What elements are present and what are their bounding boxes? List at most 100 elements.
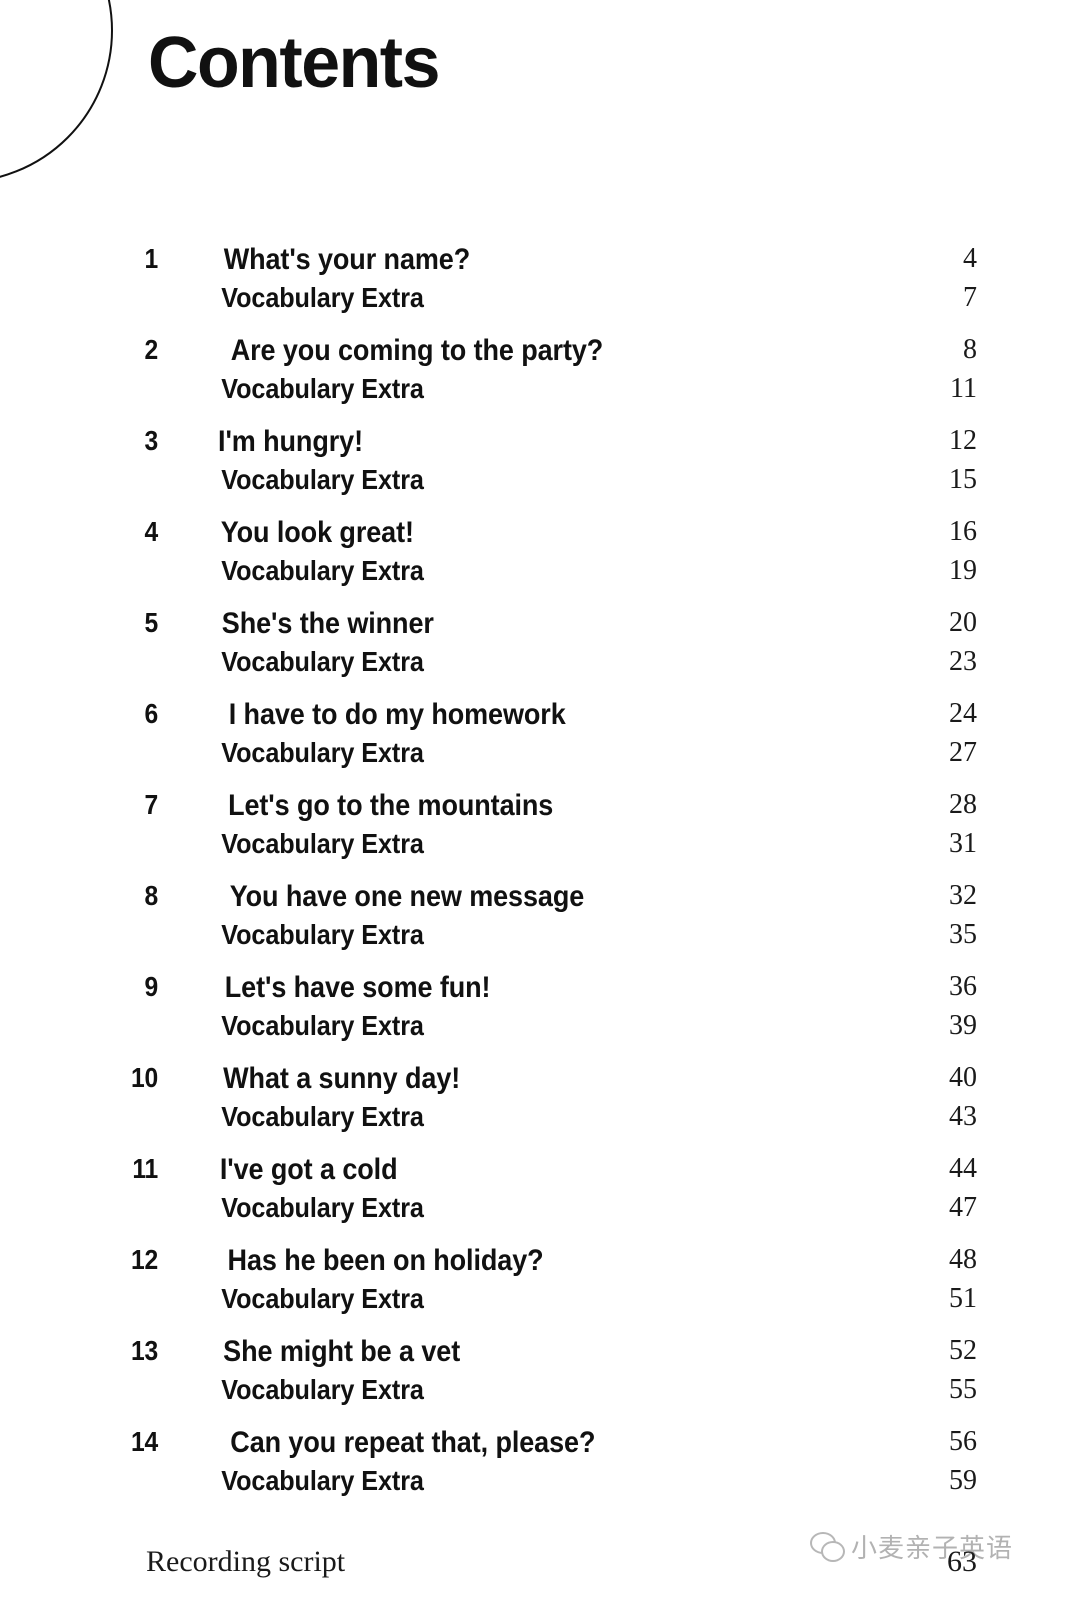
chapter-title[interactable]: Let's have some fun! [225, 971, 491, 1005]
chapter-number: 3 [144, 425, 159, 456]
chapter-title[interactable]: I have to do my homework [229, 698, 566, 732]
toc-group: 14 Can you repeat that, please? 56 Vocabula… [0, 1426, 1080, 1504]
toc-group: 7 Let's go to the mountains 28 Vocabulary E… [0, 789, 1080, 867]
footer-label: Recording script [146, 1545, 346, 1578]
chapter-number: 2 [144, 334, 159, 365]
footer-page-number: 63 [947, 1545, 977, 1578]
footer: Recording script 63 [0, 1545, 1080, 1595]
chapter-title[interactable]: I'm hungry! [218, 425, 363, 459]
toc-subentry-row[interactable]: Vocabulary Extra 55 [0, 1374, 1080, 1413]
chapter-title[interactable]: You look great! [221, 516, 414, 550]
toc-entry-row[interactable]: 7 Let's go to the mountains 28 [0, 789, 1080, 828]
subentry-title[interactable]: Vocabulary Extra [221, 737, 424, 769]
chapter-number: 8 [144, 880, 159, 911]
chapter-number: 6 [144, 698, 159, 729]
toc-entry-row[interactable]: 12 Has he been on holiday? 48 [0, 1244, 1080, 1283]
chapter-number: 4 [144, 516, 159, 547]
toc-subentry-row[interactable]: Vocabulary Extra 19 [0, 555, 1080, 594]
chapter-number: 1 [144, 243, 159, 274]
chapter-page-number: 8 [963, 334, 977, 365]
chapter-page-number: 56 [949, 1426, 977, 1457]
toc-subentry-row[interactable]: Vocabulary Extra 35 [0, 919, 1080, 958]
subentry-title[interactable]: Vocabulary Extra [221, 828, 424, 860]
subentry-title[interactable]: Vocabulary Extra [221, 1192, 424, 1224]
chapter-number: 5 [144, 607, 159, 638]
subentry-page-number: 19 [949, 555, 977, 586]
chapter-page-number: 44 [949, 1153, 977, 1184]
subentry-title[interactable]: Vocabulary Extra [221, 919, 424, 951]
subentry-title[interactable]: Vocabulary Extra [221, 1101, 424, 1133]
toc-group: 3 I'm hungry! 12 Vocabulary Extra 15 [0, 425, 1080, 503]
chapter-title[interactable]: What a sunny day! [223, 1062, 460, 1096]
toc-subentry-row[interactable]: Vocabulary Extra 47 [0, 1192, 1080, 1231]
chapter-title[interactable]: She might be a vet [223, 1335, 460, 1369]
chapter-page-number: 28 [949, 789, 977, 820]
chapter-number: 7 [144, 789, 159, 820]
subentry-title[interactable]: Vocabulary Extra [221, 1465, 424, 1497]
chapter-page-number: 24 [949, 698, 977, 729]
toc-entry-row[interactable]: 4 You look great! 16 [0, 516, 1080, 555]
toc-entry-row[interactable]: 14 Can you repeat that, please? 56 [0, 1426, 1080, 1465]
toc-group: 4 You look great! 16 Vocabulary Extra 19 [0, 516, 1080, 594]
toc-entry-row[interactable]: 5 She's the winner 20 [0, 607, 1080, 646]
subentry-page-number: 7 [963, 282, 977, 313]
chapter-title[interactable]: She's the winner [222, 607, 434, 641]
chapter-page-number: 20 [949, 607, 977, 638]
toc-group: 8 You have one new message 32 Vocabulary Ex… [0, 880, 1080, 958]
toc-entry-row[interactable]: 8 You have one new message 32 [0, 880, 1080, 919]
toc-subentry-row[interactable]: Vocabulary Extra 59 [0, 1465, 1080, 1504]
toc-entry-row[interactable]: 10 What a sunny day! 40 [0, 1062, 1080, 1101]
toc-entry-row[interactable]: 13 She might be a vet 52 [0, 1335, 1080, 1374]
subentry-page-number: 47 [949, 1192, 977, 1223]
chapter-title[interactable]: Are you coming to the party? [231, 334, 604, 368]
chapter-page-number: 36 [949, 971, 977, 1002]
subentry-page-number: 55 [949, 1374, 977, 1405]
toc-subentry-row[interactable]: Vocabulary Extra 39 [0, 1010, 1080, 1049]
toc-entry-row[interactable]: 1 What's your name? 4 [0, 243, 1080, 282]
toc-group: 5 She's the winner 20 Vocabulary Extra 23 [0, 607, 1080, 685]
subentry-title[interactable]: Vocabulary Extra [221, 1283, 424, 1315]
toc-entry-row[interactable]: 11 I've got a cold 44 [0, 1153, 1080, 1192]
subentry-title[interactable]: Vocabulary Extra [221, 1010, 424, 1042]
toc-subentry-row[interactable]: Vocabulary Extra 7 [0, 282, 1080, 321]
chapter-page-number: 4 [963, 243, 977, 274]
subentry-title[interactable]: Vocabulary Extra [221, 464, 424, 496]
toc-group: 11 I've got a cold 44 Vocabulary Extra 47 [0, 1153, 1080, 1231]
toc-subentry-row[interactable]: Vocabulary Extra 11 [0, 373, 1080, 412]
toc-group: 10 What a sunny day! 40 Vocabulary Extra 43 [0, 1062, 1080, 1140]
toc-subentry-row[interactable]: Vocabulary Extra 15 [0, 464, 1080, 503]
chapter-title[interactable]: What's your name? [224, 243, 471, 277]
subentry-page-number: 11 [950, 373, 977, 404]
subentry-title[interactable]: Vocabulary Extra [221, 555, 424, 587]
toc-subentry-row[interactable]: Vocabulary Extra 31 [0, 828, 1080, 867]
toc-entry-row[interactable]: 6 I have to do my homework 24 [0, 698, 1080, 737]
toc-subentry-row[interactable]: Vocabulary Extra 51 [0, 1283, 1080, 1322]
chapter-title[interactable]: Let's go to the mountains [228, 789, 553, 823]
subentry-page-number: 31 [949, 828, 977, 859]
subentry-title[interactable]: Vocabulary Extra [221, 282, 424, 314]
subentry-page-number: 59 [949, 1465, 977, 1496]
toc-group: 2 Are you coming to the party? 8 Vocabulary… [0, 334, 1080, 412]
toc-group: 12 Has he been on holiday? 48 Vocabulary Ex… [0, 1244, 1080, 1322]
toc-entry-row[interactable]: 9 Let's have some fun! 36 [0, 971, 1080, 1010]
toc-subentry-row[interactable]: Vocabulary Extra 23 [0, 646, 1080, 685]
toc-subentry-row[interactable]: Vocabulary Extra 27 [0, 737, 1080, 776]
subentry-title[interactable]: Vocabulary Extra [221, 373, 424, 405]
chapter-title[interactable]: Can you repeat that, please? [230, 1426, 595, 1460]
toc-group: 6 I have to do my homework 24 Vocabulary Ex… [0, 698, 1080, 776]
toc-entry-row[interactable]: 3 I'm hungry! 12 [0, 425, 1080, 464]
subentry-title[interactable]: Vocabulary Extra [221, 1374, 424, 1406]
subentry-title[interactable]: Vocabulary Extra [221, 646, 424, 678]
toc-entry-row[interactable]: 2 Are you coming to the party? 8 [0, 334, 1080, 373]
chapter-page-number: 40 [949, 1062, 977, 1093]
chapter-page-number: 52 [949, 1335, 977, 1366]
subentry-page-number: 23 [949, 646, 977, 677]
chapter-title[interactable]: You have one new message [230, 880, 585, 914]
chapter-title[interactable]: I've got a cold [220, 1153, 398, 1187]
chapter-number: 11 [132, 1153, 159, 1184]
toc-subentry-row[interactable]: Vocabulary Extra 43 [0, 1101, 1080, 1140]
subentry-page-number: 35 [949, 919, 977, 950]
chapter-number: 9 [144, 971, 159, 1002]
chapter-title[interactable]: Has he been on holiday? [228, 1244, 544, 1278]
subentry-page-number: 27 [949, 737, 977, 768]
